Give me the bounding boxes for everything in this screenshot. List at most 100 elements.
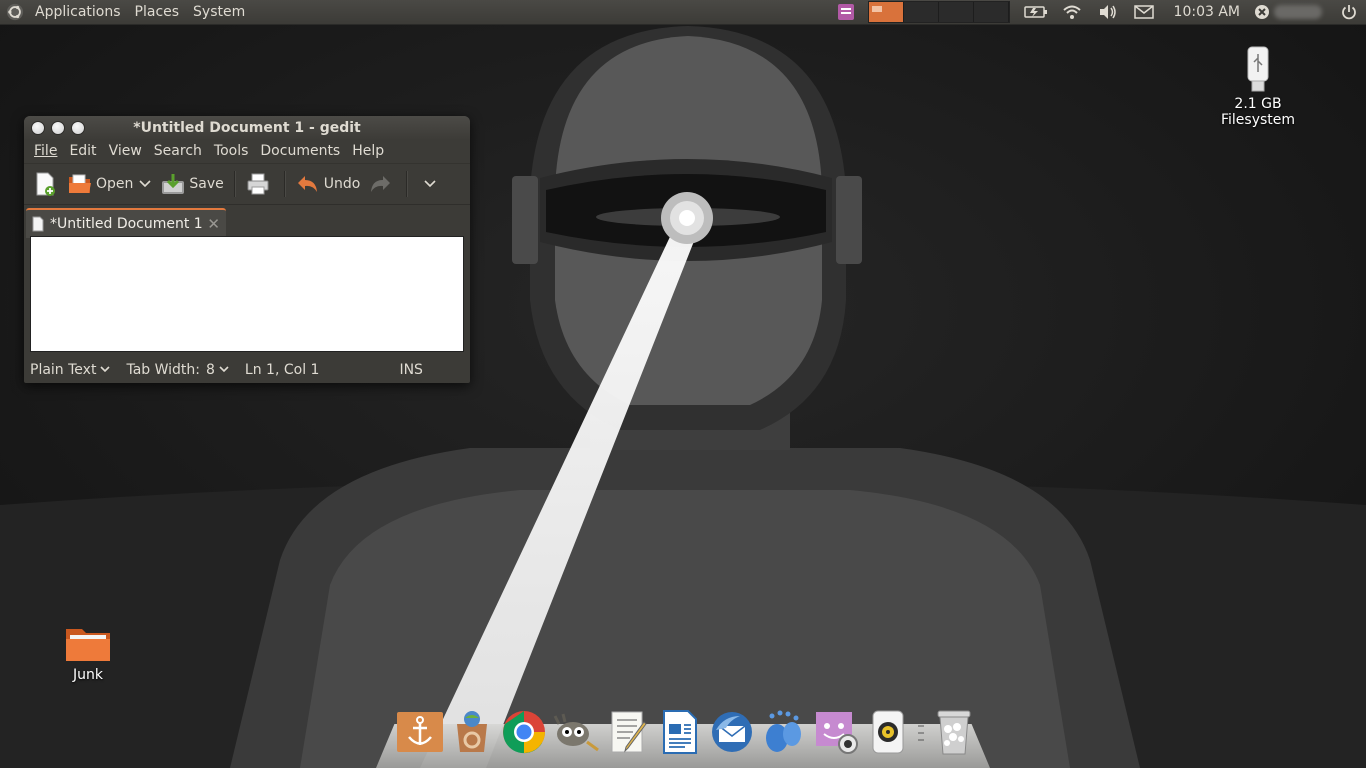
workspace-4[interactable]: [973, 2, 1009, 22]
menu-file[interactable]: File: [28, 140, 63, 163]
document-tabs: *Untitled Document 1 ✕: [24, 204, 470, 238]
workspace-switcher[interactable]: [867, 1, 1010, 23]
menu-tools[interactable]: Tools: [208, 140, 255, 163]
panel-tray: 10:03 AM: [828, 0, 1366, 24]
close-window-button[interactable]: [31, 121, 45, 135]
desktop-icon-label: 2.1 GB Filesystem: [1220, 96, 1296, 128]
menu-edit[interactable]: Edit: [63, 140, 102, 163]
dock-gimp[interactable]: [552, 708, 600, 756]
text-editor-area[interactable]: [30, 236, 464, 352]
folder-icon: [66, 629, 110, 661]
window-title: *Untitled Document 1 - gedit: [133, 120, 361, 136]
menu-documents[interactable]: Documents: [254, 140, 346, 163]
username-blurred[interactable]: [1274, 5, 1322, 19]
system-menu[interactable]: System: [186, 0, 252, 24]
undo-button-label: Undo: [323, 176, 361, 192]
redo-button[interactable]: [364, 168, 400, 200]
insert-mode: INS: [399, 361, 423, 378]
desktop-icon-junk[interactable]: Junk: [58, 623, 118, 683]
dock: [396, 706, 978, 756]
gedit-window: *Untitled Document 1 - gedit File Edit V…: [24, 116, 470, 383]
cursor-position: Ln 1, Col 1: [244, 361, 320, 378]
window-buttons: [24, 121, 85, 135]
desktop-icon-filesystem[interactable]: 2.1 GB Filesystem: [1196, 46, 1320, 128]
new-document-icon: [36, 172, 55, 196]
power-icon[interactable]: [1332, 0, 1366, 24]
syntax-selector[interactable]: Plain Text: [24, 361, 111, 378]
new-document-button[interactable]: [30, 168, 64, 200]
chrome-icon: [503, 711, 545, 754]
maximize-window-button[interactable]: [71, 121, 85, 135]
menu-help[interactable]: Help: [346, 140, 390, 163]
battery-icon[interactable]: [1018, 0, 1054, 24]
save-button-label: Save: [189, 176, 224, 192]
tab-width-label: Tab Width:: [126, 361, 200, 378]
desktop-icon-label: Junk: [73, 667, 103, 683]
chevron-down-icon: [139, 180, 151, 188]
open-button[interactable]: Open: [64, 168, 137, 200]
recent-files-dropdown[interactable]: [137, 168, 157, 200]
dock-empathy[interactable]: [760, 708, 808, 756]
redo-icon: [371, 176, 391, 192]
undo-button[interactable]: Undo: [292, 168, 365, 200]
menu-bar: File Edit View Search Tools Documents He…: [24, 140, 470, 163]
printer-icon: [247, 173, 269, 195]
chevron-down-icon: [424, 180, 436, 188]
dock-anchor[interactable]: [396, 708, 444, 756]
undo-icon: [297, 176, 317, 192]
print-button[interactable]: [242, 168, 278, 200]
applications-menu[interactable]: Applications: [28, 0, 128, 24]
toolbar-separator: [283, 171, 286, 197]
dock-chrome[interactable]: [500, 708, 548, 756]
volume-icon[interactable]: [1090, 0, 1126, 24]
workspace-3[interactable]: [938, 2, 974, 22]
indicator-icon[interactable]: [828, 0, 864, 24]
status-bar: Plain Text Tab Width: 8 Ln 1, Col 1 INS: [24, 356, 470, 383]
open-button-label: Open: [96, 176, 134, 192]
trash-icon: [937, 710, 971, 755]
text-editor-icon: [611, 711, 647, 753]
close-tab-icon[interactable]: ✕: [207, 215, 220, 233]
menu-search[interactable]: Search: [148, 140, 208, 163]
mail-icon[interactable]: [1126, 0, 1162, 24]
dock-text-editor[interactable]: [604, 708, 652, 756]
ubuntu-logo-icon[interactable]: [6, 3, 24, 21]
chevron-down-icon: [219, 366, 229, 373]
writer-icon: [663, 710, 697, 754]
user-status-icon[interactable]: [1252, 0, 1272, 24]
dock-separator: [916, 710, 926, 756]
anchor-icon: [397, 712, 443, 752]
open-folder-icon: [69, 174, 91, 193]
toolbar-overflow-button[interactable]: [420, 168, 444, 200]
places-menu[interactable]: Places: [128, 0, 187, 24]
wifi-icon[interactable]: [1054, 0, 1090, 24]
panel-clock[interactable]: 10:03 AM: [1162, 4, 1252, 20]
window-titlebar[interactable]: *Untitled Document 1 - gedit: [24, 116, 470, 140]
dock-trash[interactable]: [930, 708, 978, 756]
rhythmbox-icon: [872, 710, 904, 754]
save-button[interactable]: Save: [157, 168, 227, 200]
dock-software-center[interactable]: [448, 708, 496, 756]
thunderbird-icon: [712, 712, 752, 752]
main-menu-bar: Applications Places System: [0, 0, 252, 24]
workspace-2[interactable]: [903, 2, 939, 22]
tab-label: *Untitled Document 1: [50, 216, 203, 232]
dock-thunderbird[interactable]: [708, 708, 756, 756]
top-panel: Applications Places System 10:03 AM: [0, 0, 1366, 25]
tab-untitled-document-1[interactable]: *Untitled Document 1 ✕: [26, 208, 226, 238]
workspace-1[interactable]: [868, 2, 904, 22]
syntax-label: Plain Text: [30, 361, 97, 378]
software-center-icon: [457, 711, 487, 752]
dock-writer[interactable]: [656, 708, 704, 756]
chevron-down-icon: [100, 366, 111, 373]
tab-width-selector[interactable]: Tab Width: 8: [110, 361, 229, 378]
save-icon: [162, 174, 185, 194]
menu-view[interactable]: View: [103, 140, 148, 163]
empathy-icon: [766, 710, 801, 752]
dock-cheese[interactable]: [812, 708, 860, 756]
dock-rhythmbox[interactable]: [864, 708, 912, 756]
separator-icon: [918, 725, 924, 741]
tab-width-value: 8: [206, 361, 215, 378]
minimize-window-button[interactable]: [51, 121, 65, 135]
toolbar-separator: [406, 171, 409, 197]
